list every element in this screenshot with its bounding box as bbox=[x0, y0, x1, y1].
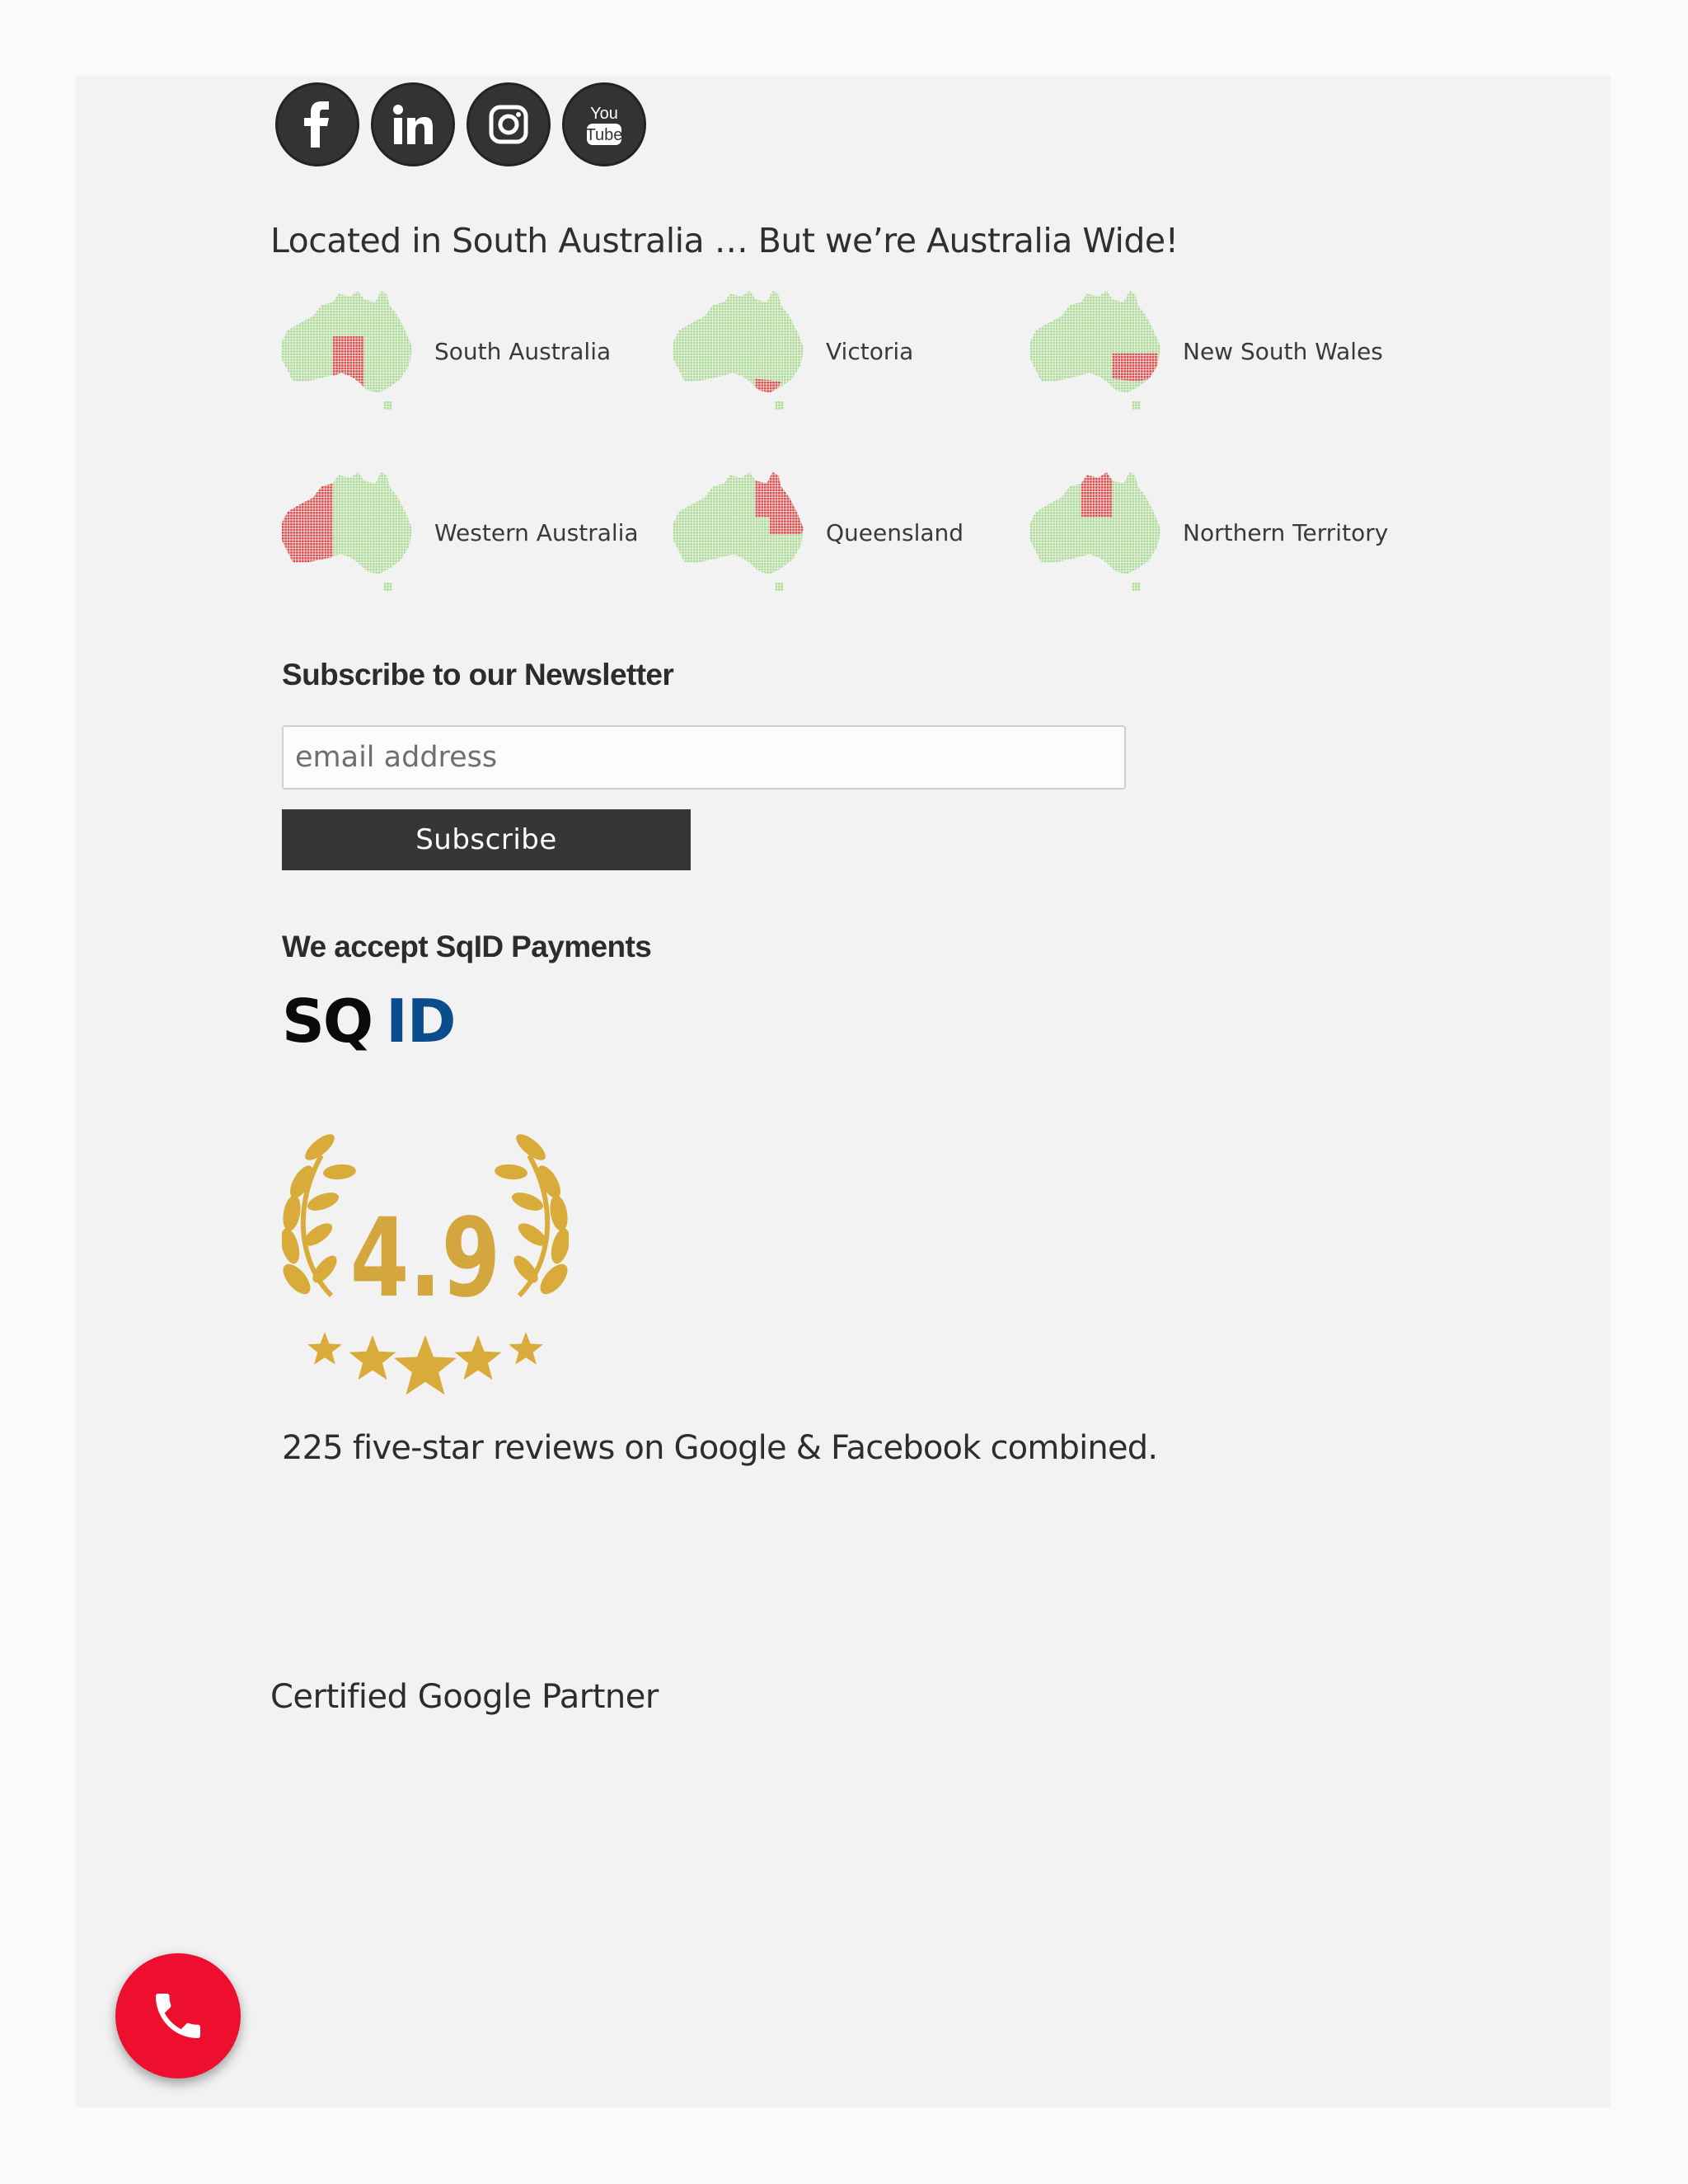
star-icon bbox=[307, 1332, 342, 1365]
subscribe-button[interactable]: Subscribe bbox=[282, 809, 691, 870]
google-partner-text: Certified Google Partner bbox=[270, 1678, 659, 1716]
instagram-link[interactable] bbox=[467, 82, 551, 166]
payments-heading: We accept SqID Payments bbox=[282, 930, 652, 963]
state-label: Queensland bbox=[826, 518, 964, 546]
state-item-northern-territory: Northern Territory bbox=[1025, 466, 1388, 598]
linkedin-link[interactable] bbox=[371, 82, 455, 166]
newsletter-heading: Subscribe to our Newsletter bbox=[282, 658, 674, 691]
sqid-logo: SQ ID bbox=[282, 989, 457, 1055]
state-label: Western Australia bbox=[434, 518, 639, 546]
state-item-new-south-wales: New South Wales bbox=[1025, 285, 1383, 417]
sqid-logo-blue-text: ID bbox=[386, 989, 456, 1055]
rating-value: 4.9 bbox=[350, 1194, 500, 1321]
highlighted-state-region bbox=[1112, 353, 1158, 382]
australia-map-wa-icon bbox=[281, 471, 413, 592]
facebook-icon bbox=[304, 101, 329, 148]
star-icon bbox=[394, 1335, 457, 1395]
coverage-heading: Located in South Australia … But we’re A… bbox=[270, 221, 1179, 260]
state-item-south-australia: South Australia bbox=[276, 285, 611, 417]
star-icon bbox=[509, 1332, 543, 1365]
australia-map-sa-icon bbox=[281, 290, 413, 410]
call-button[interactable] bbox=[115, 1953, 241, 2079]
state-label: South Australia bbox=[434, 337, 612, 365]
state-item-western-australia: Western Australia bbox=[276, 466, 639, 598]
phone-icon bbox=[156, 1994, 200, 2038]
state-label: Northern Territory bbox=[1183, 518, 1389, 546]
laurel-right-icon bbox=[495, 1134, 569, 1298]
australia-map-qld-icon bbox=[673, 471, 804, 592]
star-icon bbox=[349, 1335, 396, 1380]
australia-map-nt-icon bbox=[1029, 471, 1161, 592]
tasmania-region bbox=[1132, 401, 1142, 410]
reviews-text: 225 five-star reviews on Google & Facebo… bbox=[282, 1429, 1158, 1467]
social-links: You Tube bbox=[275, 82, 646, 166]
email-input[interactable] bbox=[282, 725, 1126, 790]
instagram-icon bbox=[489, 105, 528, 144]
tasmania-region bbox=[383, 401, 393, 410]
state-label: New South Wales bbox=[1183, 337, 1383, 365]
australia-map-vic-icon bbox=[673, 290, 804, 410]
youtube-link[interactable]: You Tube bbox=[562, 82, 646, 166]
youtube-icon: You Tube bbox=[586, 105, 623, 145]
state-label: Victoria bbox=[826, 337, 914, 365]
australia-map-nsw-icon bbox=[1029, 290, 1161, 410]
australia-land bbox=[673, 290, 804, 393]
tasmania-region bbox=[1132, 583, 1142, 592]
star-icon bbox=[454, 1335, 502, 1380]
youtube-text-bottom: Tube bbox=[586, 126, 623, 144]
highlighted-state-region bbox=[1081, 471, 1113, 518]
laurel-left-icon bbox=[282, 1134, 356, 1298]
sqid-logo-dark-text: SQ bbox=[282, 989, 372, 1055]
facebook-link[interactable] bbox=[275, 82, 359, 166]
state-item-victoria: Victoria bbox=[668, 285, 913, 417]
rating-badge: 4.9 bbox=[282, 1134, 569, 1395]
state-item-queensland: Queensland bbox=[668, 466, 964, 598]
tasmania-region bbox=[383, 583, 393, 592]
linkedin-icon bbox=[393, 105, 433, 144]
tasmania-region bbox=[775, 401, 785, 410]
highlighted-state-region bbox=[281, 483, 333, 563]
highlighted-state-region bbox=[332, 335, 364, 387]
youtube-text-top: You bbox=[590, 105, 618, 123]
star-rating bbox=[307, 1332, 543, 1395]
tasmania-region bbox=[775, 583, 785, 592]
